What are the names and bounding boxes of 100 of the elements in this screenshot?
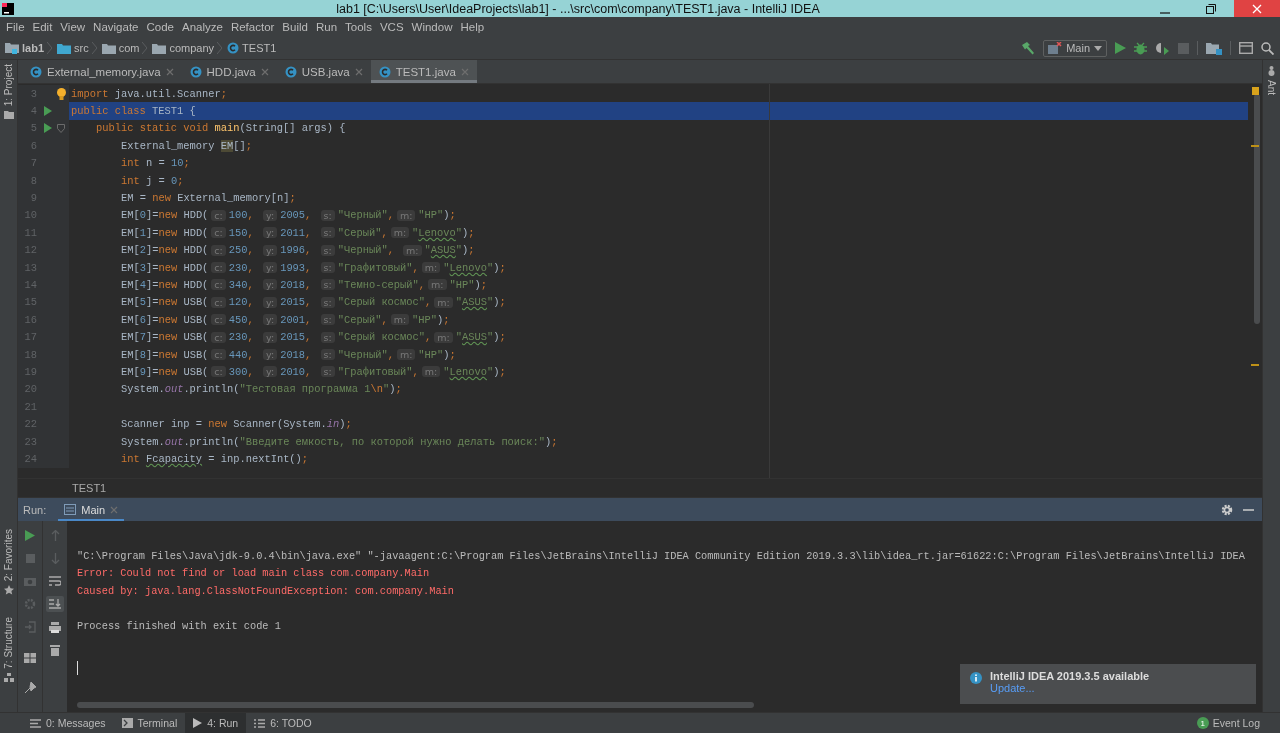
folder-icon[interactable] — [1206, 41, 1222, 55]
menu-item[interactable]: Code — [142, 21, 178, 33]
warning-marker[interactable] — [1252, 87, 1259, 95]
bug-icon[interactable] — [1134, 41, 1147, 55]
window-icon[interactable] — [1239, 42, 1253, 54]
console-line: Process finished with exit code 1 — [77, 618, 282, 634]
ant-icon — [1267, 66, 1276, 76]
menu-item[interactable]: VCS — [375, 21, 408, 33]
menu-item[interactable]: Help — [456, 21, 489, 33]
wrap-icon — [49, 575, 61, 587]
close-icon[interactable] — [165, 67, 174, 76]
soft-wrap-button[interactable] — [46, 573, 64, 589]
code-line: int n = 10; — [120, 156, 191, 172]
code-line: Scanner inp = new Scanner(System.in); — [120, 417, 353, 433]
class-icon — [227, 42, 240, 54]
list-icon — [30, 718, 41, 728]
close-icon[interactable] — [260, 67, 269, 76]
fold-icon[interactable] — [57, 123, 65, 133]
play-icon — [25, 529, 35, 541]
layout-button[interactable] — [21, 650, 39, 666]
tool-window-tab[interactable]: 6: TODO — [246, 713, 320, 733]
minimize-icon — [1160, 11, 1170, 14]
tool-window-button[interactable]: Ant — [1266, 76, 1277, 99]
star-icon — [3, 585, 14, 596]
breadcrumb-item[interactable]: com — [118, 42, 140, 54]
warning-marker[interactable] — [1251, 145, 1259, 147]
breadcrumb-item[interactable]: company — [169, 42, 215, 54]
console-line: Error: Could not find or load main class com.company.Main — [77, 566, 431, 582]
code-line: import java.util.Scanner; — [70, 86, 228, 102]
code-line: System.out.println("Введите емкость, по которой нужно делать поиск:"); — [120, 434, 559, 450]
up-arrow-icon — [50, 529, 60, 541]
run-config-dropdown[interactable]: Main — [1043, 39, 1107, 57]
notification-title: IntelliJ IDEA 2019.3.5 available — [990, 670, 1150, 682]
lightbulb-icon[interactable] — [56, 87, 66, 100]
scrollbar-thumb[interactable] — [1254, 94, 1260, 324]
chevron-icon — [91, 42, 97, 54]
tool-window-tab[interactable]: 4: Run — [185, 713, 247, 733]
structure-icon — [3, 673, 14, 682]
run-tab[interactable]: Main — [58, 498, 125, 521]
code-line: int j = 0; — [120, 173, 185, 189]
tool-window-button[interactable]: 2: Favorites — [3, 525, 14, 586]
minimize-icon[interactable] — [1243, 507, 1254, 512]
tool-window-tab[interactable]: 0: Messages — [22, 713, 114, 733]
scroll-to-end-button[interactable] — [46, 596, 64, 612]
menu-item[interactable]: Edit — [28, 21, 57, 33]
settings-icon[interactable] — [1221, 503, 1233, 516]
run-icon[interactable] — [44, 123, 52, 134]
editor-tab[interactable]: USB.java — [276, 60, 371, 83]
checklist-icon — [254, 718, 266, 728]
config-icon — [1048, 42, 1063, 54]
hammer-icon[interactable] — [1021, 41, 1036, 55]
code-line: public static void main(String[] args) { — [95, 121, 347, 137]
class-icon — [30, 65, 42, 78]
close-icon[interactable] — [354, 67, 363, 76]
warning-marker[interactable] — [1251, 364, 1259, 366]
tool-window-button[interactable]: 7: Structure — [3, 613, 14, 673]
run-icon[interactable] — [44, 106, 52, 117]
exit-icon — [24, 621, 36, 633]
tool-window-button[interactable]: 1: Project — [3, 60, 14, 111]
panel-label: Run: — [23, 503, 47, 516]
breadcrumb-item[interactable]: TEST1 — [242, 42, 277, 54]
breadcrumb-item[interactable]: lab1 — [22, 42, 44, 54]
grid-icon — [24, 653, 36, 663]
menu-item[interactable]: File — [2, 21, 29, 33]
close-icon[interactable] — [110, 505, 119, 514]
editor-tab[interactable]: External_memory.java — [22, 60, 182, 83]
printer-icon — [49, 621, 61, 633]
update-link[interactable]: Update... — [990, 682, 1150, 694]
code-line: EM = new External_memory[n]; — [120, 191, 297, 207]
scrollbar-thumb[interactable] — [77, 702, 754, 708]
menu-item[interactable]: Analyze — [177, 21, 227, 33]
play-icon — [193, 718, 203, 728]
menu-item[interactable]: Window — [407, 21, 457, 33]
menu-item[interactable]: Navigate — [89, 21, 143, 33]
menu-item[interactable]: View — [56, 21, 90, 33]
tool-window-tab[interactable]: Terminal — [113, 713, 186, 733]
pin-icon — [24, 681, 36, 693]
menu-item[interactable]: Tools — [341, 21, 376, 33]
scroll-down-icon — [49, 598, 61, 610]
breadcrumb-item[interactable]: src — [74, 42, 89, 54]
class-icon — [378, 65, 391, 78]
coverage-icon[interactable] — [1155, 41, 1170, 55]
terminal-icon — [121, 718, 133, 728]
editor-tab[interactable]: HDD.java — [181, 60, 277, 83]
search-icon[interactable] — [1261, 41, 1274, 55]
menu-item[interactable]: Run — [311, 21, 342, 33]
run-icon[interactable] — [1115, 42, 1126, 54]
class-icon — [189, 65, 202, 78]
editor-breadcrumb[interactable]: TEST1 — [72, 482, 107, 494]
trash-icon — [50, 644, 60, 656]
print-button[interactable] — [46, 619, 64, 635]
menu-item[interactable]: Refactor — [226, 21, 279, 33]
event-log-button[interactable]: Event Log — [1212, 717, 1260, 729]
chevron-icon — [142, 42, 148, 54]
editor-tab[interactable]: TEST1.java — [370, 60, 477, 83]
camera-icon — [24, 576, 36, 586]
folder-icon — [101, 42, 116, 54]
down-arrow-icon — [50, 552, 60, 564]
close-icon — [1252, 3, 1262, 14]
menu-item[interactable]: Build — [278, 21, 312, 33]
